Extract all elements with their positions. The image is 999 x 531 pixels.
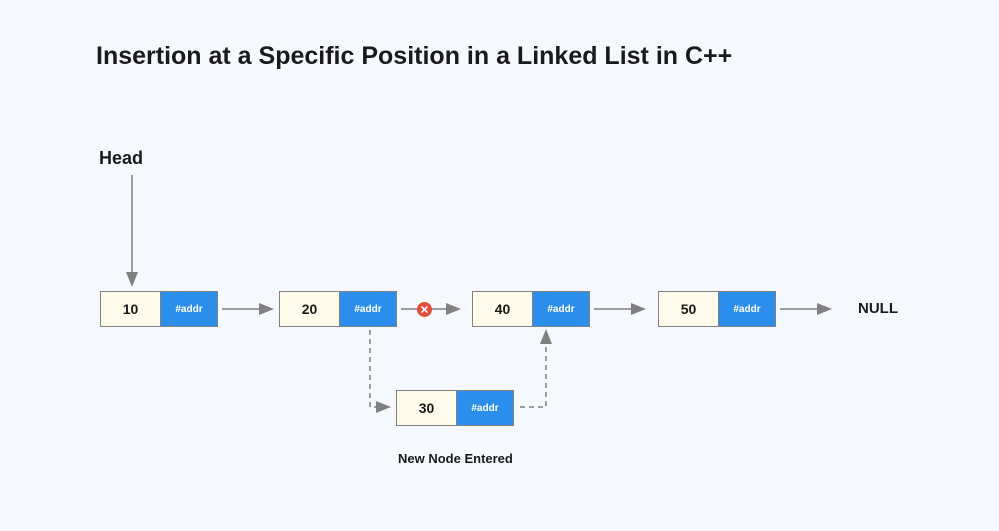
head-label: Head [99,148,143,169]
node-1-addr: #addr [161,292,217,326]
node-3: 40 #addr [472,291,590,327]
new-node-label: New Node Entered [398,451,513,466]
dashed-n2-to-new [370,330,388,407]
node-4: 50 #addr [658,291,776,327]
node-2-value: 20 [280,292,340,326]
page-title: Insertion at a Specific Position in a Li… [96,42,732,71]
node-2-addr: #addr [340,292,396,326]
node-3-value: 40 [473,292,533,326]
new-node: 30 #addr [396,390,514,426]
null-label: NULL [858,300,898,317]
node-1-value: 10 [101,292,161,326]
new-node-value: 30 [397,391,457,425]
dashed-new-to-n3 [520,332,546,407]
broken-link-icon [417,302,432,317]
node-3-addr: #addr [533,292,589,326]
new-node-addr: #addr [457,391,513,425]
node-1: 10 #addr [100,291,218,327]
node-2: 20 #addr [279,291,397,327]
node-4-value: 50 [659,292,719,326]
node-4-addr: #addr [719,292,775,326]
